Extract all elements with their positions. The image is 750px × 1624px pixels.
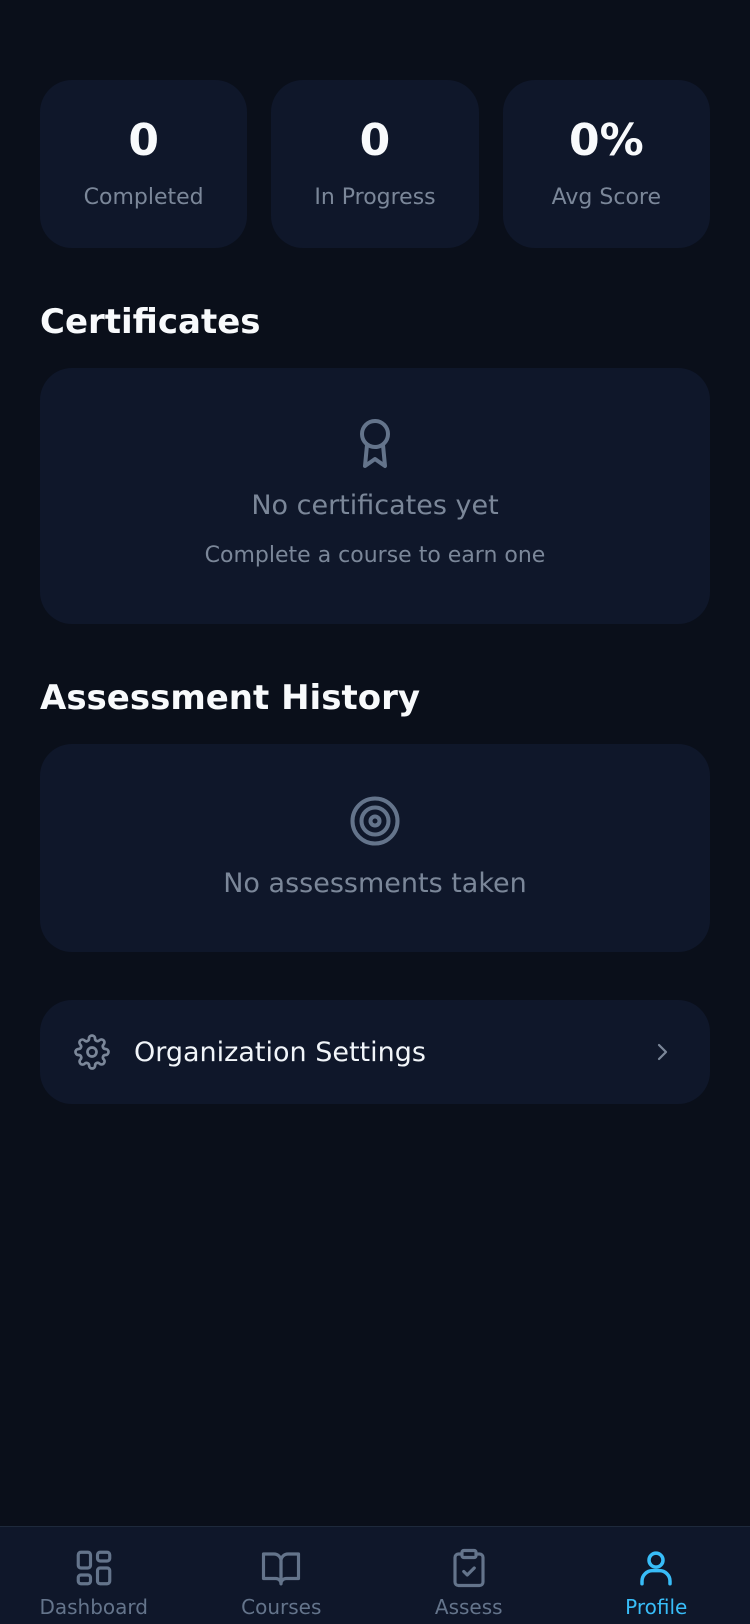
stats-row: 0 Completed 0 In Progress 0% Avg Score <box>40 80 710 248</box>
chevron-right-icon <box>657 1043 668 1061</box>
certificates-empty-title: No certificates yet <box>251 490 499 521</box>
user-icon <box>640 1551 672 1586</box>
tab-label: Assess <box>434 1595 503 1619</box>
stat-in-progress: 0 In Progress <box>271 80 479 248</box>
stat-avg-score: 0% Avg Score <box>502 80 710 248</box>
stat-value: 0% <box>568 114 644 166</box>
tab-label: Courses <box>241 1595 322 1619</box>
book-open-icon <box>262 1552 301 1586</box>
organization-settings-label: Organization Settings <box>134 1036 426 1068</box>
assessment-history-heading: Assessment History <box>40 678 420 718</box>
stat-label: Avg Score <box>551 184 661 210</box>
stat-label: Completed <box>83 184 204 210</box>
target-icon <box>350 796 400 846</box>
stat-value: 0 <box>359 114 391 166</box>
tab-assess[interactable]: Assess <box>375 1527 563 1624</box>
certificates-empty-subtitle: Complete a course to earn one <box>204 543 546 568</box>
certificates-card: No certificates yet Complete a course to… <box>40 368 710 624</box>
assessments-empty-title: No assessments taken <box>223 868 527 899</box>
assessment-history-card: No assessments taken <box>40 744 710 952</box>
clipboard-check-icon <box>453 1548 485 1588</box>
stat-value: 0 <box>128 114 159 166</box>
award-icon <box>360 419 390 468</box>
tab-label: Dashboard <box>39 1595 148 1619</box>
grid-icon <box>76 1550 112 1586</box>
profile-screen: 0 Completed 0 In Progress 0% Avg Score C… <box>0 0 750 1624</box>
organization-settings-button[interactable]: Organization Settings <box>40 1000 710 1104</box>
stat-completed: 0 Completed <box>40 80 248 248</box>
certificates-heading: Certificates <box>40 302 261 342</box>
gear-icon <box>74 1034 110 1070</box>
bottom-tab-bar: Dashboard Courses Assess Profile <box>0 1526 750 1624</box>
stat-label: In Progress <box>314 184 436 210</box>
tab-profile[interactable]: Profile <box>563 1527 750 1624</box>
tab-label: Profile <box>625 1595 688 1619</box>
tab-dashboard[interactable]: Dashboard <box>0 1527 188 1624</box>
tab-courses[interactable]: Courses <box>188 1527 376 1624</box>
